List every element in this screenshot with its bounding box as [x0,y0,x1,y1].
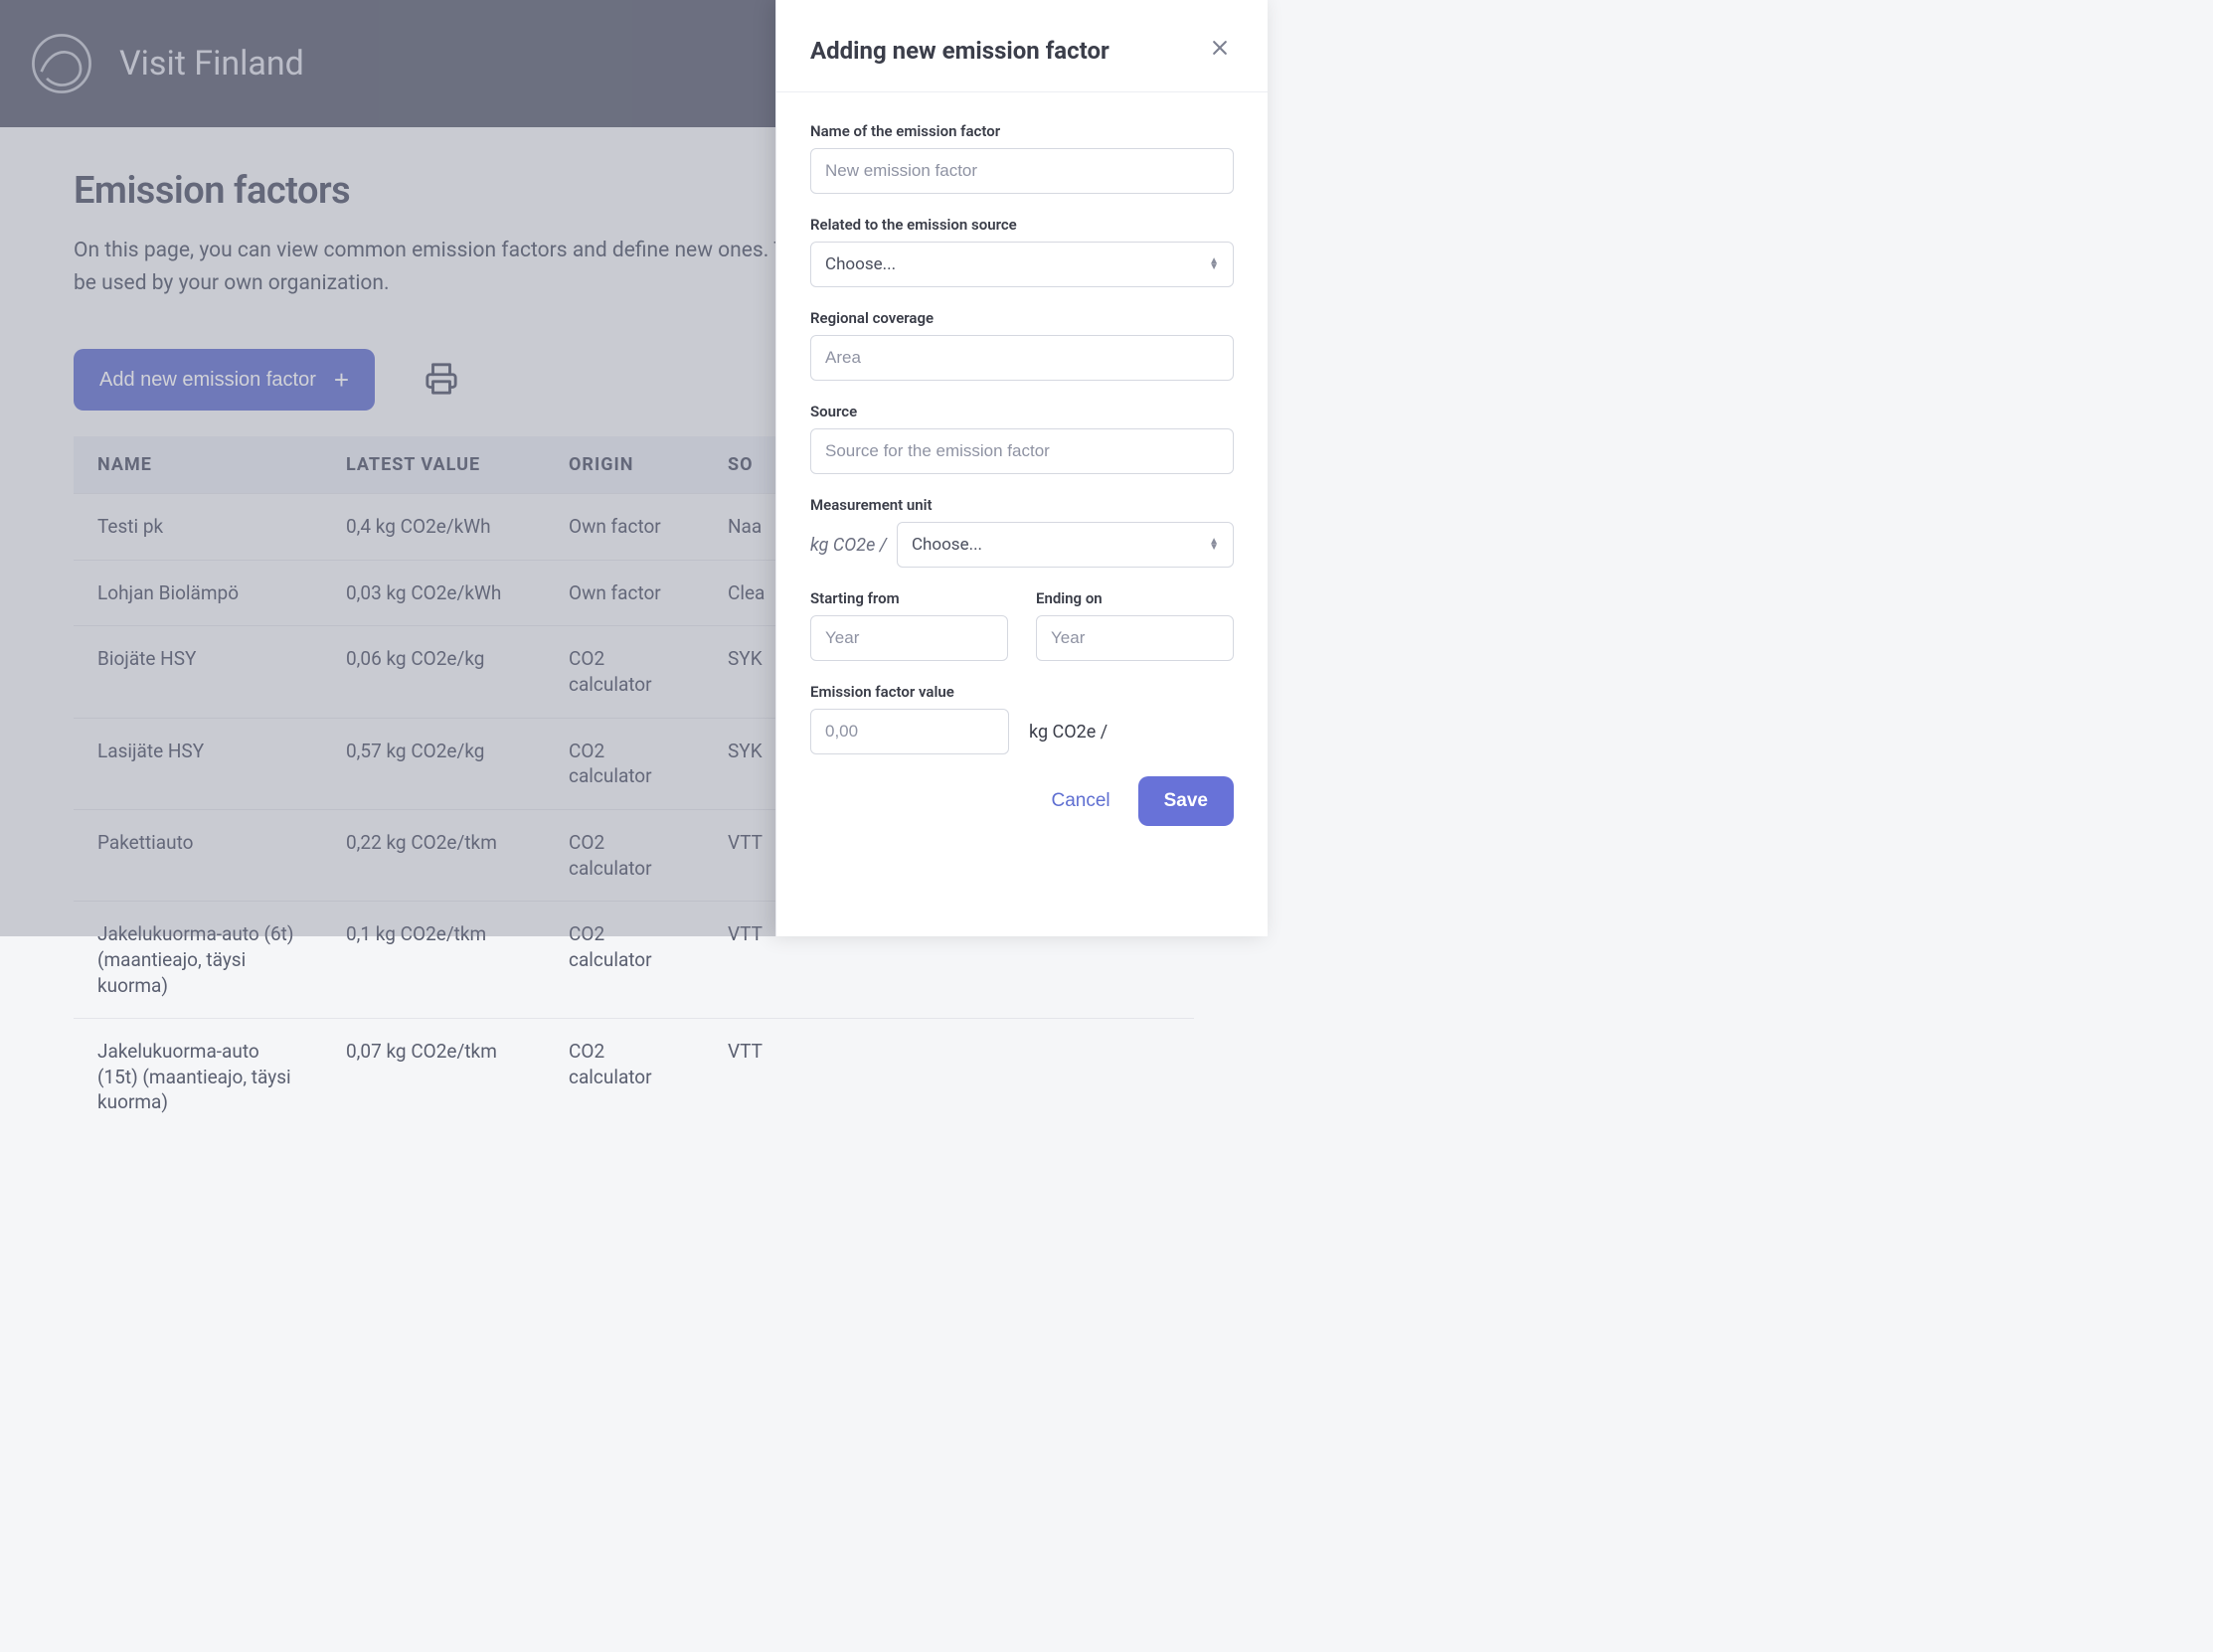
name-input[interactable] [810,148,1234,194]
save-button[interactable]: Save [1138,776,1234,826]
start-input[interactable] [810,615,1008,661]
field-name: Name of the emission factor [810,122,1234,194]
field-start: Starting from [810,589,1008,661]
meas-label: Measurement unit [810,496,1234,514]
panel-title: Adding new emission factor [810,37,1109,65]
field-source: Source [810,403,1234,474]
cell-origin: CO2 calculator [545,1019,704,1135]
close-icon [1210,38,1230,58]
cancel-button[interactable]: Cancel [1051,790,1109,812]
related-label: Related to the emission source [810,216,1234,234]
meas-select[interactable]: Choose... ▲▼ [897,522,1234,568]
source-label: Source [810,403,1234,420]
cell-name: Jakelukuorma-auto (15t) (maantieajo, täy… [74,1019,322,1135]
source-input[interactable] [810,428,1234,474]
related-select[interactable]: Choose... ▲▼ [810,242,1234,287]
cell-value: 0,07 kg CO2e/tkm [322,1019,545,1135]
end-label: Ending on [1036,589,1234,607]
field-end: Ending on [1036,589,1234,661]
end-input[interactable] [1036,615,1234,661]
cell-source: VTT [704,1019,1194,1135]
panel-actions: Cancel Save [810,776,1234,826]
chevron-updown-icon: ▲▼ [1209,258,1219,270]
value-suffix: kg CO2e / [1029,722,1107,743]
field-regional: Regional coverage [810,309,1234,381]
related-select-value: Choose... [825,254,896,274]
field-value: Emission factor value kg CO2e / [810,683,1234,754]
value-input[interactable] [810,709,1009,754]
regional-input[interactable] [810,335,1234,381]
value-label: Emission factor value [810,683,1234,701]
panel-header: Adding new emission factor [776,34,1268,92]
close-button[interactable] [1206,34,1234,68]
name-label: Name of the emission factor [810,122,1234,140]
field-measurement: Measurement unit kg CO2e / Choose... ▲▼ [810,496,1234,568]
table-row[interactable]: Jakelukuorma-auto (15t) (maantieajo, täy… [74,1019,1194,1135]
meas-prefix: kg CO2e / [810,535,887,556]
field-related: Related to the emission source Choose...… [810,216,1234,287]
start-label: Starting from [810,589,1008,607]
chevron-updown-icon: ▲▼ [1209,539,1219,551]
meas-select-value: Choose... [912,535,982,555]
regional-label: Regional coverage [810,309,1234,327]
add-factor-panel: Adding new emission factor Name of the e… [775,0,1268,936]
